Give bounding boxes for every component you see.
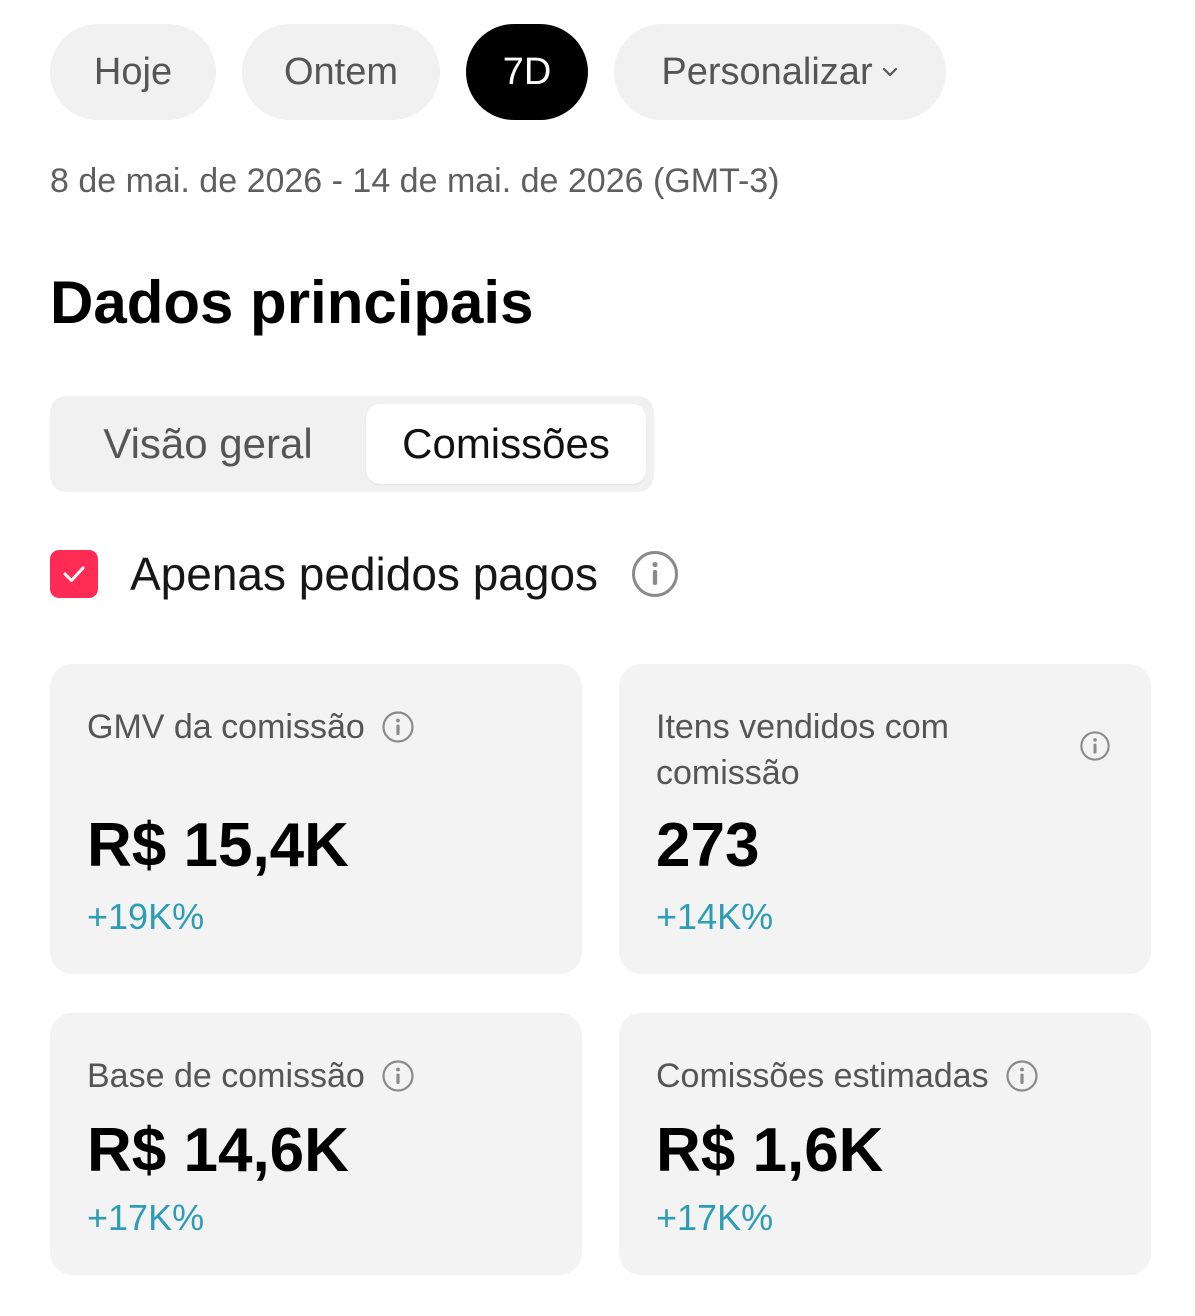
checkmark-icon [63, 566, 85, 582]
metric-card-commission-gmv[interactable]: GMV da comissão R$ 15,4K +19K% [50, 664, 582, 974]
info-icon[interactable] [381, 1059, 415, 1093]
date-range-text: 8 de mai. de 2026 - 14 de mai. de 2026 (… [50, 162, 780, 200]
metric-label: GMV da comissão [87, 708, 365, 746]
paid-only-checkbox[interactable] [50, 550, 98, 598]
info-icon[interactable] [381, 710, 415, 744]
metric-delta: +17K% [656, 1197, 774, 1238]
info-icon[interactable] [630, 549, 680, 599]
chip-7d-label: 7D [502, 50, 552, 93]
paid-only-label: Apenas pedidos pagos [130, 548, 599, 600]
metric-label-row: Base de comissão [87, 1053, 415, 1099]
metric-label: Comissões estimadas [656, 1057, 989, 1095]
period-filter-bar: Hoje Ontem 7D Personalizar [50, 24, 946, 120]
chip-yesterday[interactable]: Ontem [242, 24, 440, 120]
chip-today-label: Hoje [93, 50, 173, 93]
paid-orders-filter: Apenas pedidos pagos [50, 546, 680, 602]
metric-card-commission-base[interactable]: Base de comissão R$ 14,6K +17K% [50, 1013, 582, 1275]
metric-value: R$ 1,6K [656, 1116, 884, 1185]
info-icon[interactable] [1079, 730, 1111, 762]
metric-card-estimated-commissions[interactable]: Comissões estimadas R$ 1,6K +17K% [619, 1013, 1151, 1275]
metric-label: Base de comissão [87, 1057, 365, 1095]
chip-customize[interactable]: Personalizar [614, 24, 946, 120]
metric-delta: +17K% [87, 1197, 205, 1238]
segmented-tabs: Visão geral Comissões [50, 396, 654, 492]
metric-label: Itens vendidos com comissão [656, 708, 949, 792]
metric-value: R$ 15,4K [87, 811, 349, 880]
page: Hoje Ontem 7D Personalizar 8 de mai. de … [0, 0, 1195, 1316]
metric-card-items-sold[interactable]: Itens vendidos com comissão 273 +14K% [619, 664, 1151, 974]
tab-commissions[interactable]: Comissões [366, 404, 646, 484]
tab-commissions-label: Comissões [402, 420, 610, 467]
metric-value: 273 [656, 811, 760, 880]
chip-customize-label: Personalizar [661, 50, 873, 93]
chip-today[interactable]: Hoje [50, 24, 216, 120]
metric-label-row: Comissões estimadas [656, 1053, 1039, 1099]
metric-label-row: GMV da comissão [87, 704, 415, 750]
tab-overview-label: Visão geral [103, 420, 313, 467]
metric-delta: +14K% [656, 896, 774, 937]
tab-overview[interactable]: Visão geral [58, 404, 358, 484]
chevron-down-icon [882, 67, 897, 77]
section-title: Dados principais [50, 269, 534, 336]
chip-yesterday-label: Ontem [283, 50, 399, 93]
metric-value: R$ 14,6K [87, 1116, 349, 1185]
info-icon[interactable] [1005, 1059, 1039, 1093]
chip-7d[interactable]: 7D [466, 24, 588, 120]
metric-delta: +19K% [87, 896, 205, 937]
